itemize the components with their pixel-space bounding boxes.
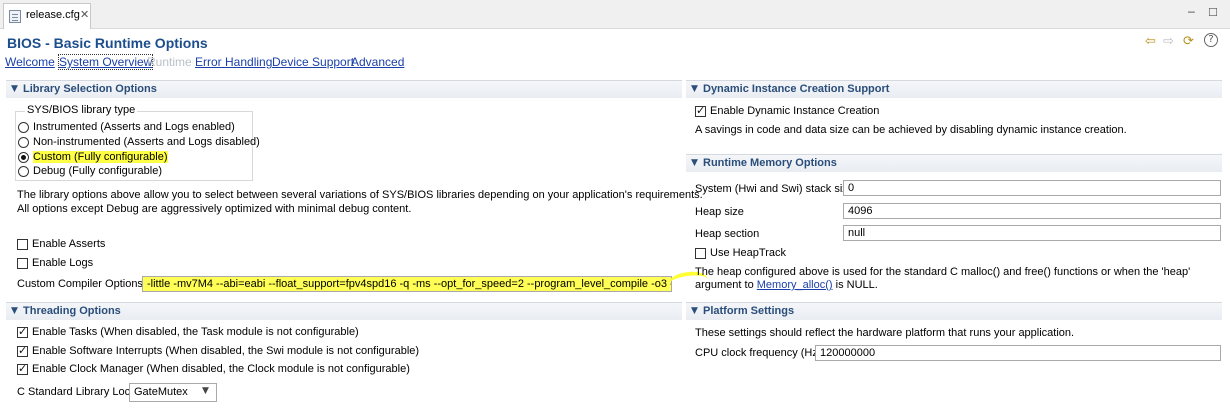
select-value: GateMutex bbox=[134, 386, 188, 398]
dynamic-note: A savings in code and data size can be a… bbox=[695, 124, 1127, 136]
nav-runtime: Runtime bbox=[147, 55, 192, 69]
chevron-down-icon: ▼ bbox=[691, 84, 698, 94]
heap-note-suffix: is NULL. bbox=[832, 279, 878, 291]
close-icon[interactable]: ✕ bbox=[80, 8, 89, 21]
nav-advanced[interactable]: Advanced bbox=[351, 55, 404, 69]
editor-tab-bar: release.cfg ✕ ─ ☐ bbox=[0, 0, 1230, 29]
nav-welcome[interactable]: Welcome bbox=[5, 55, 55, 69]
radio-instrumented[interactable] bbox=[18, 122, 29, 133]
refresh-icon[interactable]: ⟳ bbox=[1183, 34, 1194, 49]
stack-size-input[interactable]: 0 bbox=[843, 180, 1221, 196]
heap-section-input[interactable]: null bbox=[843, 225, 1221, 241]
help-icon[interactable]: ? bbox=[1204, 33, 1218, 47]
radio-non-instrumented[interactable] bbox=[18, 137, 29, 148]
section-title: Platform Settings bbox=[703, 305, 795, 317]
section-title: Library Selection Options bbox=[23, 83, 157, 95]
field-label: Custom Compiler Options bbox=[17, 278, 143, 290]
maximize-icon[interactable]: ☐ bbox=[1208, 6, 1218, 19]
heap-size-input[interactable]: 4096 bbox=[843, 203, 1221, 219]
radio-label: Non-instrumented (Asserts and Logs disab… bbox=[33, 136, 260, 148]
checkbox-label: Use HeapTrack bbox=[710, 247, 787, 259]
nav-system-overview[interactable]: System Overview bbox=[57, 54, 154, 70]
group-label: SYS/BIOS library type bbox=[25, 104, 138, 116]
field-label: Heap size bbox=[695, 206, 744, 218]
page-title: BIOS - Basic Runtime Options bbox=[7, 35, 208, 51]
memory-alloc-link[interactable]: Memory_alloc() bbox=[757, 279, 833, 291]
checkbox-enable-tasks[interactable] bbox=[17, 325, 28, 338]
checkbox-enable-asserts[interactable] bbox=[17, 239, 28, 250]
radio-custom[interactable] bbox=[18, 152, 29, 163]
heap-note-line2: argument to Memory_alloc() is NULL. bbox=[695, 279, 878, 291]
custom-compiler-options-input[interactable]: -little -mv7M4 --abi=eabi --float_suppor… bbox=[142, 276, 672, 292]
checkbox-enable-dynamic-instance[interactable] bbox=[695, 104, 706, 117]
section-title: Threading Options bbox=[23, 305, 121, 317]
field-label: CPU clock frequency (Hz) bbox=[695, 347, 822, 359]
chevron-down-icon: ▼ bbox=[691, 158, 698, 168]
radio-label: Custom (Fully configurable) bbox=[33, 151, 168, 163]
tab-release-cfg[interactable]: release.cfg ✕ bbox=[3, 3, 91, 29]
radio-label: Debug (Fully configurable) bbox=[33, 165, 163, 177]
checkbox-label: Enable Dynamic Instance Creation bbox=[710, 105, 880, 117]
checkbox-label: Enable Tasks (When disabled, the Task mo… bbox=[32, 326, 359, 338]
config-file-icon bbox=[9, 10, 21, 23]
stdlib-lock-select[interactable]: GateMutex ▼ bbox=[129, 383, 217, 402]
field-label: Heap section bbox=[695, 228, 760, 240]
checkbox-label: Enable Clock Manager (When disabled, the… bbox=[32, 363, 410, 375]
checkbox-use-heaptrack[interactable] bbox=[695, 248, 706, 259]
checkbox-label: Enable Software Interrupts (When disable… bbox=[32, 345, 420, 357]
checkbox-enable-logs[interactable] bbox=[17, 258, 28, 269]
checkbox-enable-clock[interactable] bbox=[17, 362, 28, 375]
section-runtime-memory[interactable]: ▼ Runtime Memory Options bbox=[686, 154, 1222, 172]
section-dynamic-instance[interactable]: ▼ Dynamic Instance Creation Support bbox=[686, 80, 1222, 98]
checkbox-enable-swi[interactable] bbox=[17, 344, 28, 357]
chevron-down-icon: ▼ bbox=[11, 306, 18, 316]
cpu-frequency-input[interactable]: 120000000 bbox=[815, 345, 1221, 361]
chevron-down-icon: ▼ bbox=[691, 306, 698, 316]
checkbox-label: Enable Logs bbox=[32, 257, 94, 269]
field-label: C Standard Library Lock bbox=[17, 386, 136, 398]
library-description: The library options above allow you to s… bbox=[17, 189, 703, 201]
minimize-icon[interactable]: ─ bbox=[1188, 6, 1195, 19]
platform-note: These settings should reflect the hardwa… bbox=[695, 327, 1075, 339]
radio-label: Instrumented (Asserts and Logs enabled) bbox=[33, 121, 235, 133]
section-library-selection[interactable]: ▼ Library Selection Options bbox=[6, 80, 682, 98]
nav-error-handling[interactable]: Error Handling bbox=[195, 55, 272, 69]
back-arrow-icon[interactable]: ⇦ bbox=[1145, 34, 1156, 49]
library-description: All options except Debug are aggressivel… bbox=[17, 203, 412, 215]
tab-label: release.cfg bbox=[26, 9, 80, 21]
section-title: Dynamic Instance Creation Support bbox=[703, 83, 890, 95]
radio-debug[interactable] bbox=[18, 166, 29, 177]
forward-arrow-icon[interactable]: ⇨ bbox=[1163, 34, 1174, 49]
checkbox-label: Enable Asserts bbox=[32, 238, 106, 250]
nav-device-support[interactable]: Device Support bbox=[272, 55, 354, 69]
field-label: System (Hwi and Swi) stack size bbox=[695, 183, 854, 195]
chevron-down-icon: ▼ bbox=[11, 84, 18, 94]
section-platform[interactable]: ▼ Platform Settings bbox=[686, 302, 1222, 320]
section-threading[interactable]: ▼ Threading Options bbox=[6, 302, 682, 320]
chevron-down-icon: ▼ bbox=[202, 386, 209, 396]
heap-note: The heap configured above is used for th… bbox=[695, 266, 1191, 278]
section-title: Runtime Memory Options bbox=[703, 157, 837, 169]
heap-note-prefix: argument to bbox=[695, 279, 757, 291]
